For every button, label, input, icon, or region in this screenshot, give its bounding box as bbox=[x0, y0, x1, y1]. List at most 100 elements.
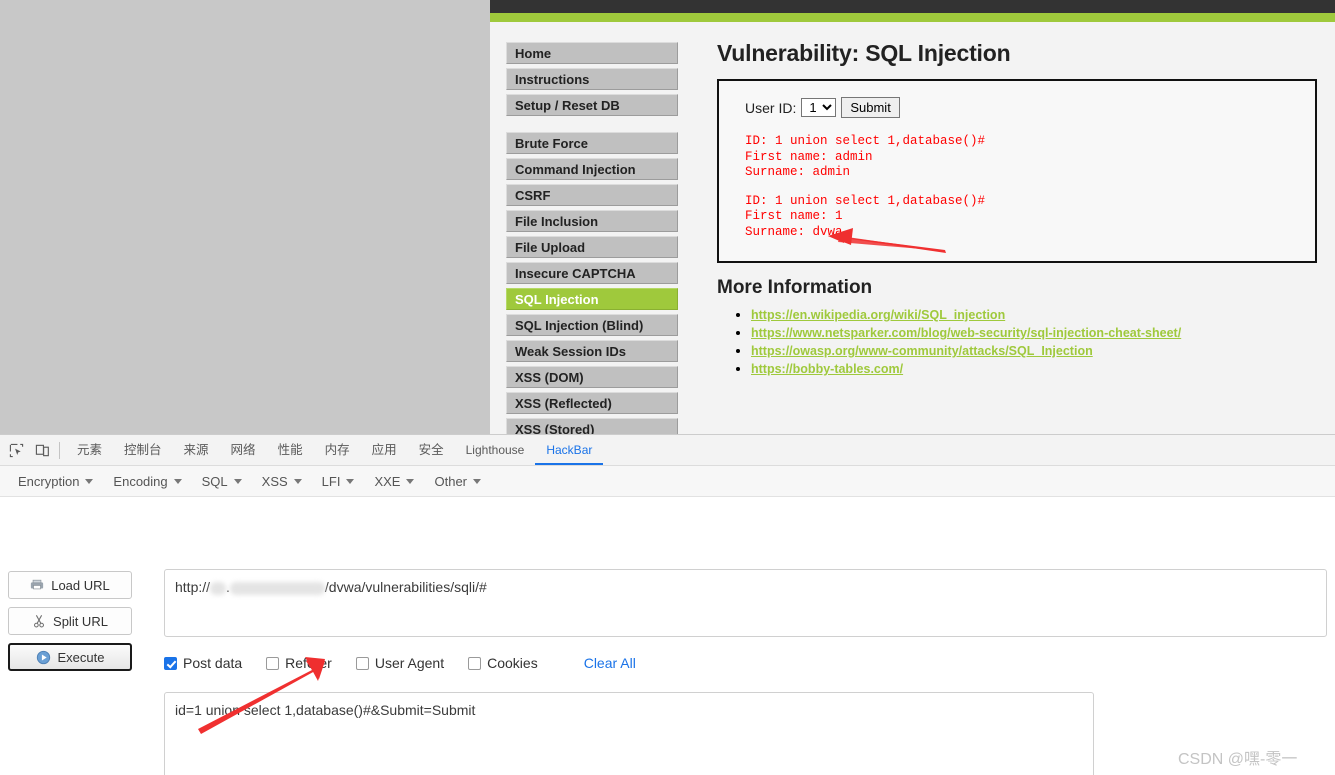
sidebar-item-weak-session-ids[interactable]: Weak Session IDs bbox=[506, 340, 678, 362]
post-data-checkbox[interactable] bbox=[164, 656, 177, 670]
referer-checkbox[interactable] bbox=[266, 656, 280, 670]
tab-elements[interactable]: 元素 bbox=[66, 435, 113, 465]
menu-encryption-label: Encryption bbox=[18, 473, 80, 489]
chevron-down-icon bbox=[293, 478, 302, 484]
referer-label: Referer bbox=[285, 655, 332, 671]
post-data-textarea[interactable]: id=1 union select 1,database()#&Submit=S… bbox=[164, 692, 1094, 775]
split-url-label: Split URL bbox=[53, 613, 108, 629]
user-id-select[interactable]: 1 bbox=[801, 98, 837, 117]
url-prefix: http:// bbox=[175, 579, 211, 595]
chevron-down-icon bbox=[346, 478, 355, 484]
list-item: https://bobby-tables.com/ bbox=[751, 361, 1335, 377]
hackbar-action-buttons: Load URL Split URL Execute bbox=[8, 571, 134, 679]
menu-xxe[interactable]: XXE bbox=[364, 474, 424, 489]
dvwa-header-green-bar bbox=[490, 13, 1335, 22]
sidebar-item-file-inclusion[interactable]: File Inclusion bbox=[506, 210, 678, 232]
sidebar-item-brute-force[interactable]: Brute Force bbox=[506, 132, 678, 154]
more-info-link-wikipedia[interactable]: https://en.wikipedia.org/wiki/SQL_inject… bbox=[751, 308, 1005, 322]
user-id-label: User ID: bbox=[745, 99, 797, 116]
more-information-links: https://en.wikipedia.org/wiki/SQL_inject… bbox=[717, 307, 1335, 377]
tab-application[interactable]: 应用 bbox=[361, 435, 408, 465]
load-url-label: Load URL bbox=[51, 577, 110, 593]
sidebar-item-insecure-captcha[interactable]: Insecure CAPTCHA bbox=[506, 262, 678, 284]
tab-network[interactable]: 网络 bbox=[220, 435, 267, 465]
option-user-agent[interactable]: User Agent bbox=[355, 655, 445, 671]
menu-encoding-label: Encoding bbox=[113, 473, 168, 489]
tab-security[interactable]: 安全 bbox=[408, 435, 455, 465]
cookies-label: Cookies bbox=[487, 655, 538, 671]
execute-label: Execute bbox=[57, 649, 105, 665]
play-icon bbox=[36, 650, 51, 665]
dvwa-sidebar: Home Instructions Setup / Reset DB Brute… bbox=[506, 42, 678, 434]
csdn-watermark: CSDN @嘿-零一 bbox=[1178, 751, 1298, 768]
device-toolbar-icon[interactable] bbox=[29, 437, 55, 463]
list-item: https://en.wikipedia.org/wiki/SQL_inject… bbox=[751, 307, 1335, 323]
sidebar-item-xss-reflected[interactable]: XSS (Reflected) bbox=[506, 392, 678, 414]
user-agent-label: User Agent bbox=[374, 655, 445, 671]
menu-xss[interactable]: XSS bbox=[252, 474, 312, 489]
execute-button[interactable]: Execute bbox=[8, 643, 132, 671]
page-background-left bbox=[0, 0, 490, 434]
clear-all-link[interactable]: Clear All bbox=[584, 655, 636, 671]
chevron-down-icon bbox=[406, 478, 415, 484]
inspect-element-icon[interactable] bbox=[3, 437, 29, 463]
cookies-checkbox[interactable] bbox=[468, 656, 482, 670]
tab-hackbar[interactable]: HackBar bbox=[535, 435, 603, 465]
tab-sources[interactable]: 来源 bbox=[173, 435, 220, 465]
more-information-heading: More Information bbox=[717, 277, 873, 298]
menu-lfi[interactable]: LFI bbox=[312, 474, 365, 489]
dvwa-page: Home Instructions Setup / Reset DB Brute… bbox=[490, 0, 1335, 434]
sidebar-item-setup-reset-db[interactable]: Setup / Reset DB bbox=[506, 94, 678, 116]
sidebar-item-csrf[interactable]: CSRF bbox=[506, 184, 678, 206]
sidebar-item-xss-dom[interactable]: XSS (DOM) bbox=[506, 366, 678, 388]
post-data-label: Post data bbox=[183, 655, 243, 671]
sidebar-item-sql-injection[interactable]: SQL Injection bbox=[506, 288, 678, 310]
load-url-button[interactable]: Load URL bbox=[8, 571, 132, 599]
chevron-down-icon bbox=[85, 478, 94, 484]
tab-performance[interactable]: 性能 bbox=[267, 435, 314, 465]
menu-lfi-label: LFI bbox=[321, 473, 341, 489]
menu-other[interactable]: Other bbox=[424, 474, 491, 489]
sidebar-item-file-upload[interactable]: File Upload bbox=[506, 236, 678, 258]
url-suffix: /dvwa/vulnerabilities/sqli/# bbox=[324, 579, 487, 595]
sidebar-item-instructions[interactable]: Instructions bbox=[506, 68, 678, 90]
page-title: Vulnerability: SQL Injection bbox=[717, 40, 1011, 66]
tab-console[interactable]: 控制台 bbox=[113, 435, 173, 465]
user-id-form: User ID: 1 Submit bbox=[745, 97, 1315, 118]
sidebar-item-xss-stored[interactable]: XSS (Stored) bbox=[506, 418, 678, 434]
hackbar-menubar: Encryption Encoding SQL XSS LFI XXE Othe… bbox=[0, 466, 1335, 497]
url-input[interactable]: http://./dvwa/vulnerabilities/sqli/# bbox=[164, 569, 1327, 637]
menu-sql-label: SQL bbox=[201, 473, 228, 489]
query-result-1: ID: 1 union select 1,database()# First n… bbox=[745, 134, 986, 179]
option-referer[interactable]: Referer bbox=[266, 655, 332, 671]
user-agent-checkbox[interactable] bbox=[355, 656, 369, 670]
menu-encryption[interactable]: Encryption bbox=[8, 474, 103, 489]
menu-other-label: Other bbox=[434, 473, 467, 489]
option-cookies[interactable]: Cookies bbox=[468, 655, 538, 671]
more-info-link-owasp[interactable]: https://owasp.org/www-community/attacks/… bbox=[751, 344, 1093, 358]
scissors-icon bbox=[32, 614, 46, 628]
toolbar-divider bbox=[59, 441, 60, 459]
split-url-button[interactable]: Split URL bbox=[8, 607, 132, 635]
more-info-link-netsparker[interactable]: https://www.netsparker.com/blog/web-secu… bbox=[751, 326, 1181, 340]
tab-lighthouse[interactable]: Lighthouse bbox=[455, 435, 536, 465]
chevron-down-icon bbox=[173, 478, 182, 484]
sidebar-item-sql-injection-blind[interactable]: SQL Injection (Blind) bbox=[506, 314, 678, 336]
menu-sql[interactable]: SQL bbox=[192, 474, 252, 489]
sidebar-item-home[interactable]: Home bbox=[506, 42, 678, 64]
sidebar-group-separator bbox=[506, 120, 678, 132]
screenshot-root: Home Instructions Setup / Reset DB Brute… bbox=[0, 0, 1335, 775]
submit-button[interactable]: Submit bbox=[841, 97, 900, 118]
dvwa-content-area: Home Instructions Setup / Reset DB Brute… bbox=[490, 22, 1335, 434]
post-data-value: id=1 union select 1,database()#&Submit=S… bbox=[175, 702, 476, 718]
sidebar-item-command-injection[interactable]: Command Injection bbox=[506, 158, 678, 180]
dvwa-header-dark-bar bbox=[490, 0, 1335, 13]
request-options-row: Post data Referer User Agent Cookies Cle… bbox=[164, 655, 636, 671]
more-info-link-bobby-tables[interactable]: https://bobby-tables.com/ bbox=[751, 362, 903, 376]
option-post-data[interactable]: Post data bbox=[164, 655, 242, 671]
vulnerability-panel: User ID: 1 Submit ID: 1 union select 1,d… bbox=[717, 79, 1317, 263]
menu-encoding[interactable]: Encoding bbox=[103, 474, 191, 489]
devtools-tabbar: 元素 控制台 来源 网络 性能 内存 应用 安全 Lighthouse Hack… bbox=[0, 435, 1335, 466]
chevron-down-icon bbox=[233, 478, 242, 484]
tab-memory[interactable]: 内存 bbox=[314, 435, 361, 465]
